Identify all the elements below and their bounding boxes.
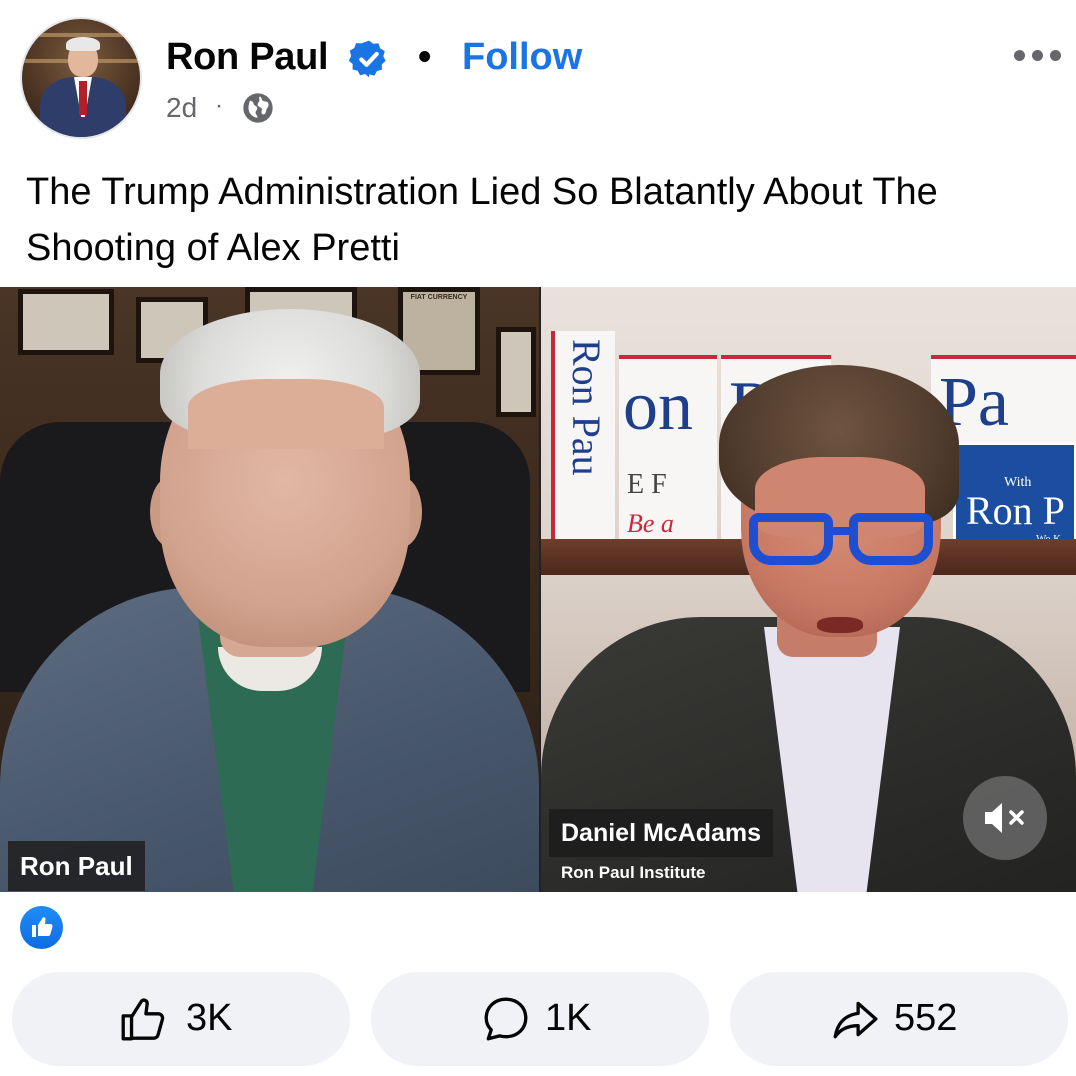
person-forehead	[188, 379, 384, 449]
video-pane-left: FIAT CURRENCY	[0, 287, 539, 892]
poster-text: FIAT CURRENCY	[410, 294, 468, 301]
banner-text: on	[623, 368, 693, 445]
avatar-tie	[79, 81, 87, 115]
blue-glasses	[749, 513, 937, 569]
post-caption: The Trump Administration Lied So Blatant…	[26, 171, 938, 269]
video-player[interactable]: FIAT CURRENCY Ron Pau on E F Be a R Pa W…	[0, 287, 1076, 892]
header-separator: •	[418, 36, 432, 78]
wall-photo-frame	[18, 289, 114, 355]
speaker-tag-right: Daniel McAdams	[549, 809, 774, 857]
avatar[interactable]	[20, 17, 142, 139]
comment-button[interactable]: 1K	[371, 972, 709, 1066]
thumbs-up-icon	[121, 998, 165, 1041]
muted-speaker-icon[interactable]	[963, 776, 1047, 860]
like-reaction-glyph	[32, 917, 53, 937]
person-mouth	[817, 617, 863, 633]
comment-count: 1K	[545, 997, 592, 1039]
campaign-sign: With Ron P We K	[953, 442, 1076, 547]
muted-speaker-glyph	[985, 803, 1024, 833]
campaign-banner: on E F Be a	[619, 355, 717, 541]
banner-text: Be a	[627, 509, 674, 538]
wall-photo-frame	[496, 327, 536, 417]
speaker-subtag: Ron Paul Institute	[561, 863, 706, 882]
avatar-hair	[66, 37, 100, 51]
author-name[interactable]: Ron Paul	[166, 36, 329, 79]
share-button[interactable]: 552	[730, 972, 1068, 1066]
campaign-banner: Ron Pau	[551, 331, 615, 547]
post-time[interactable]: 2d	[166, 92, 197, 124]
meta-separator: ·	[215, 92, 223, 119]
verified-badge-icon	[348, 40, 386, 78]
share-count: 552	[894, 997, 958, 1039]
follow-button[interactable]: Follow	[462, 36, 582, 79]
banner-text: E F	[627, 469, 667, 500]
speaker-tag-left: Ron Paul	[8, 841, 145, 891]
globe-icon	[243, 93, 273, 123]
post-header: Ron Paul • Follow 2d ·	[0, 0, 1076, 150]
comment-icon	[484, 997, 528, 1041]
share-arrow-icon	[833, 1001, 878, 1039]
like-count: 3K	[186, 997, 233, 1039]
more-dots-icon[interactable]	[1008, 42, 1068, 68]
sign-text: Ron P	[966, 488, 1065, 533]
like-button[interactable]: 3K	[12, 972, 350, 1066]
banner-text: Ron Pau	[564, 339, 609, 476]
like-reaction-icon[interactable]	[20, 906, 63, 949]
